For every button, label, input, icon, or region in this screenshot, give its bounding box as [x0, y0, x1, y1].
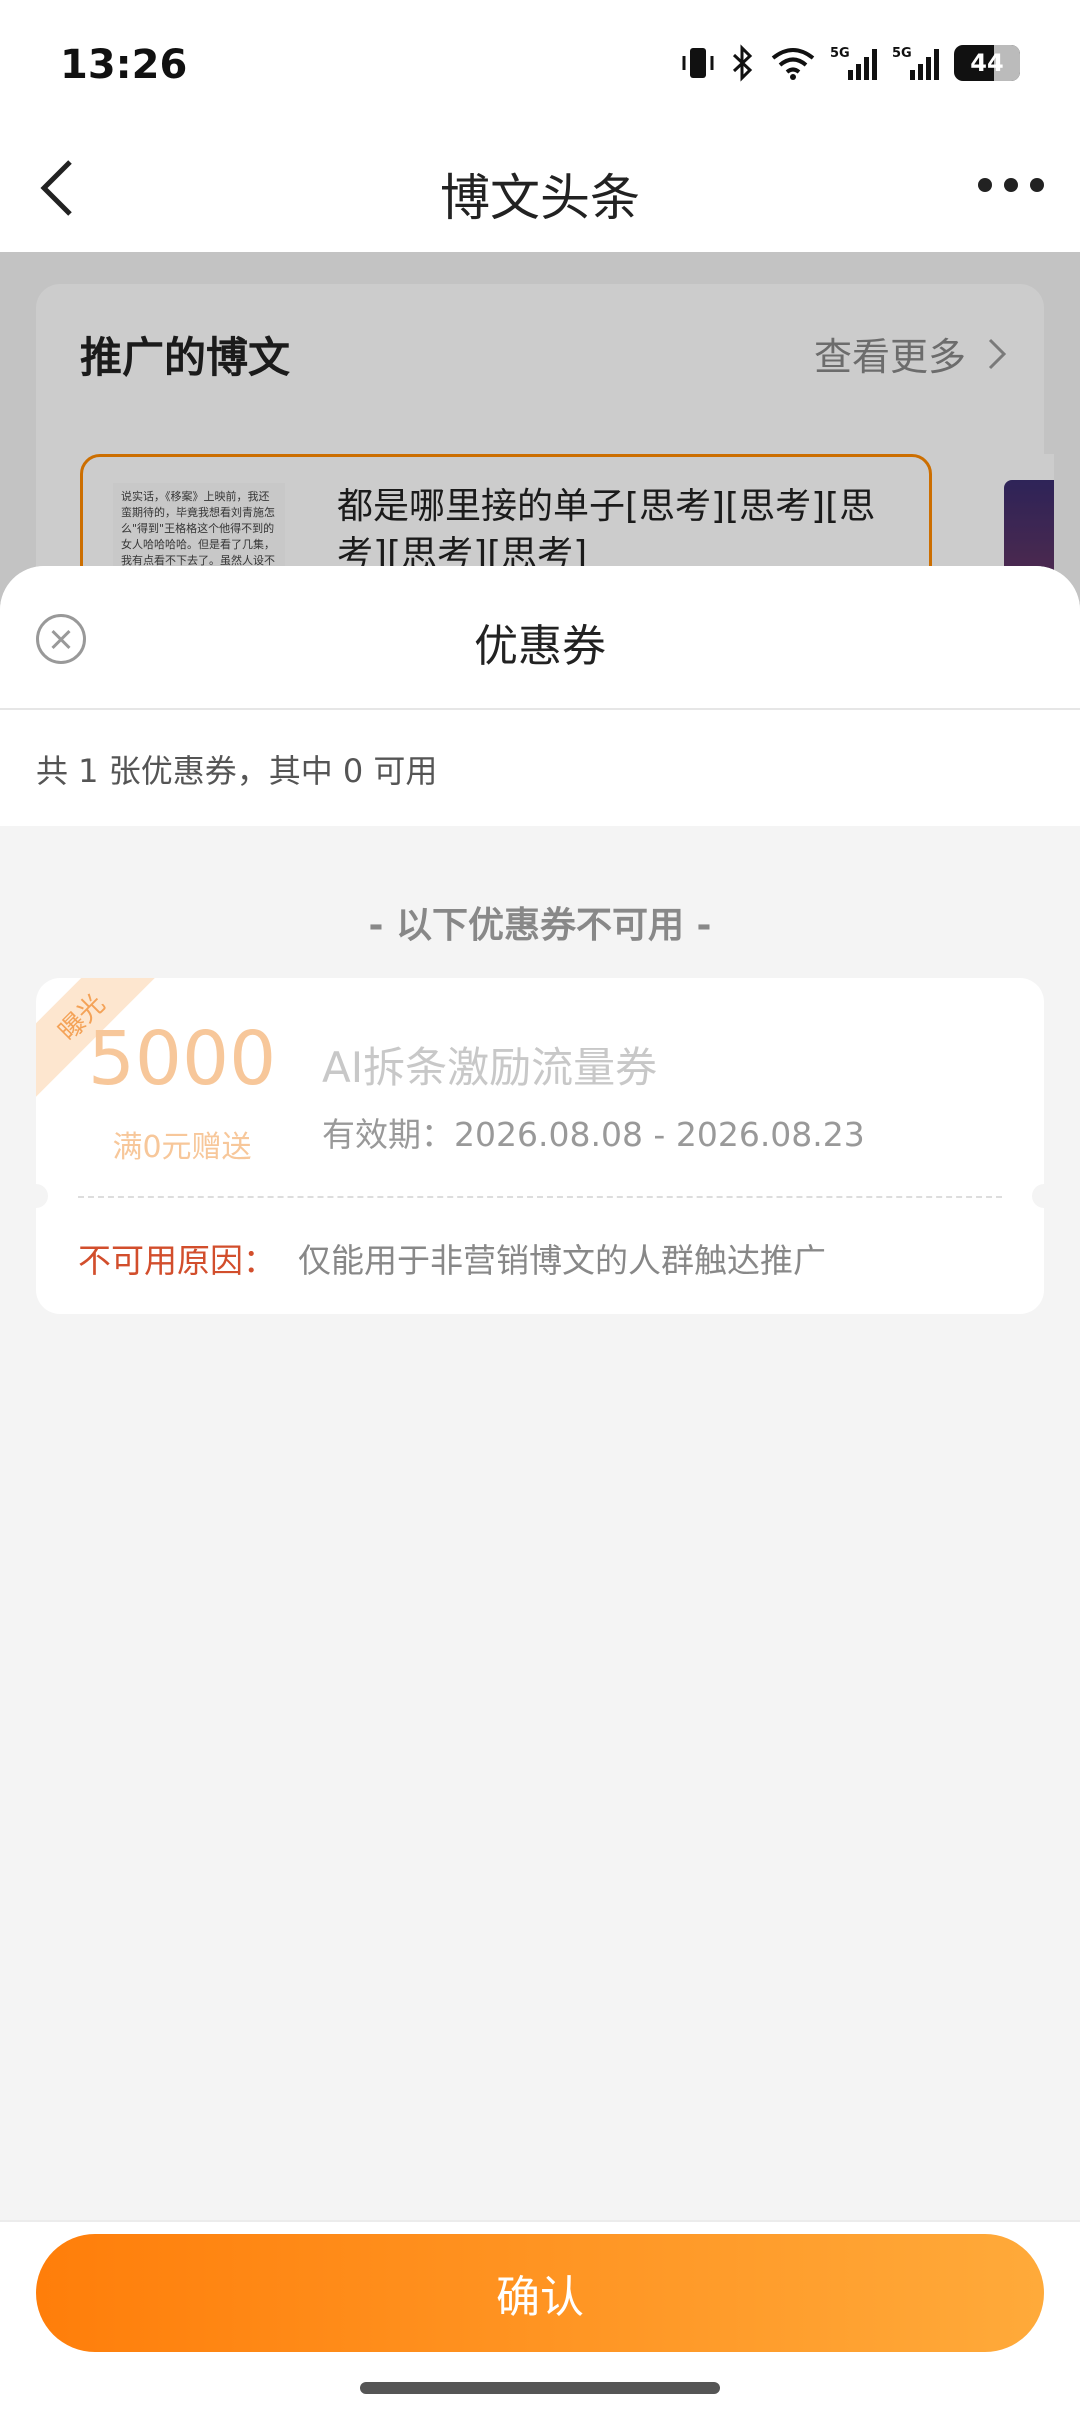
svg-text:5G: 5G: [830, 46, 850, 61]
confirm-button[interactable]: 确认: [36, 2234, 1044, 2352]
nav-bar: 博文头条: [0, 130, 1080, 252]
coupon-amount: 5000: [87, 1016, 277, 1102]
dot-icon: [1004, 178, 1018, 192]
more-button[interactable]: [978, 178, 1044, 192]
signal-5g-icon: 5G: [830, 44, 878, 82]
sheet-header: 优惠券: [0, 566, 1080, 710]
dot-icon: [1030, 178, 1044, 192]
battery-level: 44: [970, 49, 1004, 77]
summary-bar: 共 1 张优惠券，其中 0 可用: [0, 710, 1080, 826]
home-indicator[interactable]: [360, 2382, 720, 2394]
unavailable-reason: 不可用原因： 仅能用于非营销博文的人群触达推广: [78, 1234, 826, 1282]
bluetooth-icon: [730, 44, 756, 82]
coupon-name: AI拆条激励流量券: [322, 1043, 658, 1092]
battery-icon: 44: [954, 45, 1020, 81]
coupon-condition: 满0元赠送: [112, 1130, 252, 1165]
status-time: 13:26: [60, 42, 188, 88]
dot-icon: [978, 178, 992, 192]
wifi-icon: [770, 44, 816, 82]
signal-5g-icon-2: 5G: [892, 44, 940, 82]
vibrate-icon: [680, 44, 716, 82]
coupon-notch-left: [36, 1184, 48, 1208]
unavailable-section-header: - 以下优惠券不可用 -: [368, 905, 712, 946]
page-title: 博文头条: [440, 169, 640, 227]
sheet-title: 优惠券: [474, 621, 606, 672]
bottom-bar: 确认: [0, 2220, 1080, 2412]
coupon-validity: 有效期：2026.08.08 - 2026.08.23: [322, 1115, 865, 1154]
reason-text: 仅能用于非营销博文的人群触达推广: [298, 1241, 826, 1280]
coupon-summary: 共 1 张优惠券，其中 0 可用: [36, 752, 438, 790]
reason-label: 不可用原因：: [78, 1241, 276, 1280]
status-icons: 5G 5G 44: [680, 44, 1020, 82]
status-bar: 13:26 5G 5G 44: [0, 0, 1080, 130]
coupon-notch-right: [1032, 1184, 1044, 1208]
coupon-sheet: 优惠券 共 1 张优惠券，其中 0 可用 - 以下优惠券不可用 - 曝光 500…: [0, 566, 1080, 2412]
coupon-card: 曝光 5000 满0元赠送 AI拆条激励流量券 有效期：2026.08.08 -…: [36, 978, 1044, 1314]
coupon-divider: [78, 1196, 1002, 1198]
svg-text:5G: 5G: [892, 46, 912, 61]
